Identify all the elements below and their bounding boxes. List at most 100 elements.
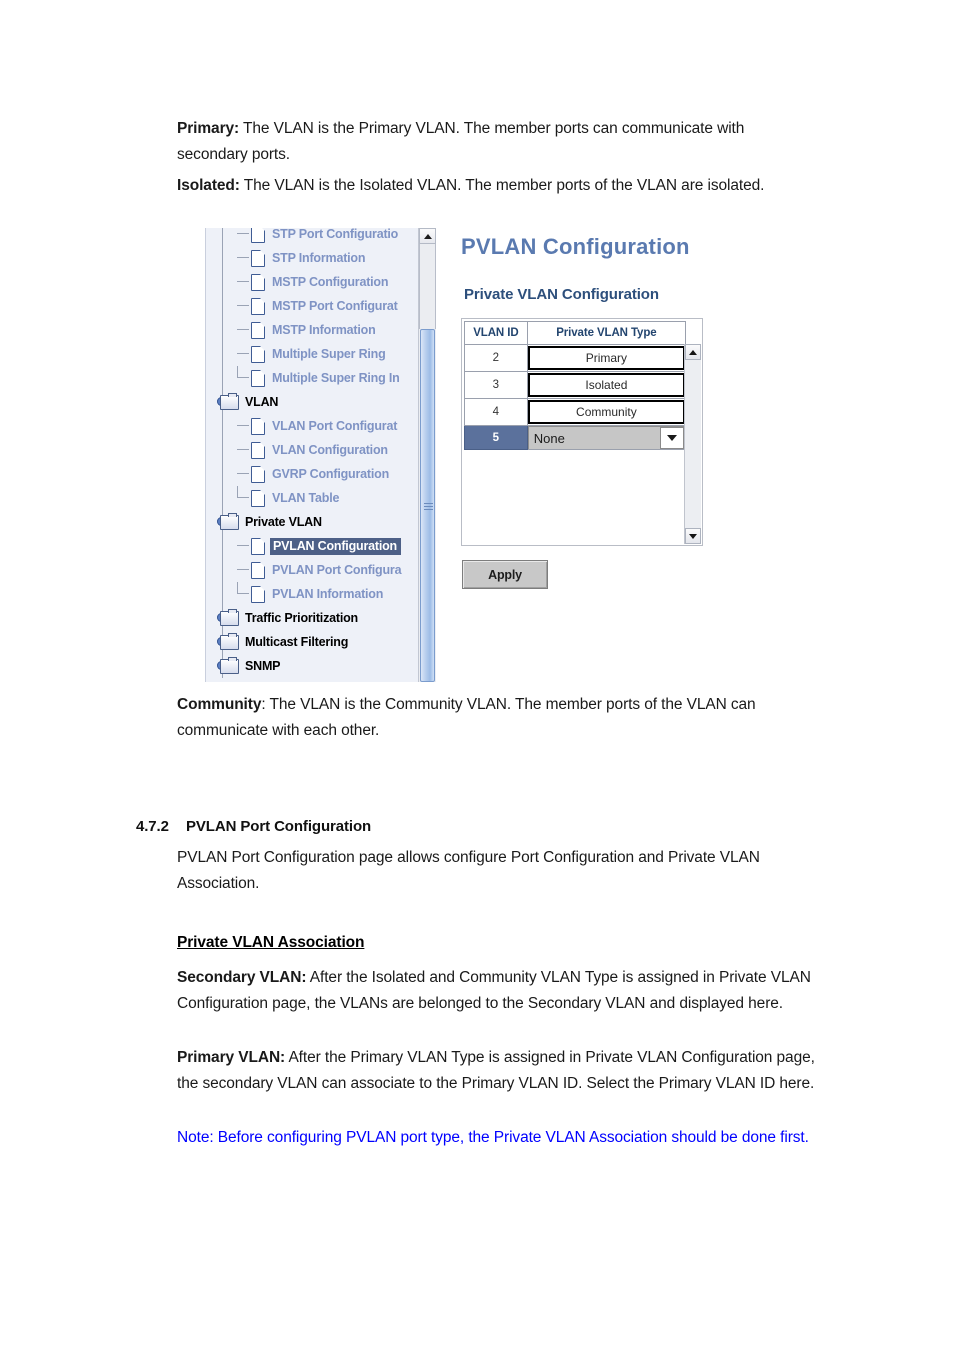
page-icon — [251, 537, 265, 555]
tree-rail — [222, 438, 223, 462]
apply-button[interactable]: Apply — [462, 560, 548, 589]
vlan-type-value[interactable]: Community — [527, 400, 685, 424]
tree-item-pvlan-configuration[interactable]: PVLAN Configuration — [206, 534, 436, 558]
cell-private-vlan-type[interactable]: Isolated — [526, 371, 687, 399]
page-icon — [251, 321, 265, 339]
page-icon — [251, 561, 265, 579]
tree-rail — [222, 582, 223, 606]
paragraph-community-label: Community — [177, 696, 262, 713]
chevron-down-icon[interactable] — [660, 427, 684, 449]
navigation-tree-panel[interactable]: STP Port Configuratio STP Information MSTP… — [205, 228, 436, 682]
tree-item-multicast-filtering[interactable]: Multicast Filtering — [206, 630, 436, 654]
table-row[interactable]: 4 Community — [464, 398, 687, 426]
paragraph-community-text: : The VLAN is the Community VLAN. The me… — [177, 696, 756, 739]
tree-elbow-connector — [237, 281, 249, 282]
tree-item-label: STP Information — [272, 251, 366, 265]
tree-elbow-connector — [237, 473, 249, 474]
tree-scrollbar[interactable] — [418, 228, 436, 682]
tree-rail — [222, 462, 223, 486]
tree-item-vlan-port-configurat[interactable]: VLAN Port Configurat — [206, 414, 436, 438]
tree-scroll-thumb[interactable] — [420, 329, 435, 682]
tree-elbow-connector — [237, 569, 249, 570]
paragraph-primary: Primary: The VLAN is the Primary VLAN. T… — [177, 116, 817, 168]
page-icon — [251, 489, 265, 507]
tree-item-multiple-super-ring-in[interactable]: Multiple Super Ring In — [206, 366, 436, 390]
pvlan-table-container: VLAN ID Private VLAN Type 2 Primary 3 Isola… — [461, 318, 703, 546]
tree-item-label: Multiple Super Ring In — [272, 371, 400, 385]
tree-item-stp-information[interactable]: STP Information — [206, 246, 436, 270]
paragraph-primary-text: The VLAN is the Primary VLAN. The member… — [177, 120, 745, 163]
tree-item-mstp-information[interactable]: MSTP Information — [206, 318, 436, 342]
tree-item-traffic-prioritization[interactable]: Traffic Prioritization — [206, 606, 436, 630]
tree-rail — [222, 342, 223, 366]
tree-item-mstp-port-configurat[interactable]: MSTP Port Configurat — [206, 294, 436, 318]
table-scrollbar[interactable] — [684, 344, 701, 544]
tree-rail — [222, 228, 223, 246]
tree-elbow-connector — [237, 353, 249, 354]
section-number: 4.7.2 — [136, 818, 169, 835]
paragraph-isolated: Isolated: The VLAN is the Isolated VLAN.… — [177, 173, 797, 199]
paragraph-note: Note: Before configuring PVLAN port type… — [177, 1129, 809, 1146]
tree-elbow-connector — [237, 486, 249, 498]
tree-elbow-connector — [237, 545, 249, 546]
tree-item-label: PVLAN Port Configura — [272, 563, 402, 577]
tree-item-label: MSTP Information — [272, 323, 376, 337]
cell-private-vlan-type[interactable]: Community — [526, 398, 687, 426]
embedded-screenshot: STP Port Configuratio STP Information MSTP… — [205, 228, 757, 686]
tree-item-label: SNMP — [245, 659, 281, 673]
section-title: PVLAN Port Configuration — [186, 818, 372, 835]
tree-item-label: VLAN Configuration — [272, 443, 388, 457]
page-icon — [251, 465, 265, 483]
paragraph-isolated-label: Isolated: — [177, 177, 240, 194]
tree-elbow-connector — [237, 257, 249, 258]
paragraph-primaryvlan-label: Primary VLAN: — [177, 1049, 286, 1066]
tree-item-mstp-configuration[interactable]: MSTP Configuration — [206, 270, 436, 294]
tree-scroll-up-arrow-icon[interactable] — [419, 228, 436, 244]
page-icon — [251, 369, 265, 387]
paragraph-isolated-text: The VLAN is the Isolated VLAN. The membe… — [239, 177, 765, 194]
tree-elbow-connector — [237, 425, 249, 426]
tree-item-vlan-table[interactable]: VLAN Table — [206, 486, 436, 510]
paragraph-secondary-label: Secondary VLAN: — [177, 969, 307, 986]
tree-item-multiple-super-ring[interactable]: Multiple Super Ring — [206, 342, 436, 366]
tree-item-label: VLAN Table — [272, 491, 340, 505]
folder-icon — [220, 512, 239, 530]
tree-item-pvlan-port-configura[interactable]: PVLAN Port Configura — [206, 558, 436, 582]
vlan-type-dropdown[interactable]: None — [527, 426, 685, 449]
vlan-type-value[interactable]: Isolated — [527, 373, 685, 397]
vlan-type-value[interactable]: Primary — [527, 346, 685, 370]
navigation-tree: STP Port Configuratio STP Information MSTP… — [206, 228, 436, 678]
table-row[interactable]: 5 None — [464, 425, 687, 450]
folder-icon — [220, 632, 239, 650]
table-scroll-down-arrow-icon[interactable] — [685, 528, 701, 544]
tree-scroll-track[interactable] — [419, 244, 436, 329]
page-icon — [251, 273, 265, 291]
paragraph-primary-label: Primary: — [177, 120, 240, 137]
tree-item-vlan-configuration[interactable]: VLAN Configuration — [206, 438, 436, 462]
table-header-row: VLAN ID Private VLAN Type — [464, 321, 687, 345]
document-page: Primary: The VLAN is the Primary VLAN. T… — [0, 0, 954, 1350]
cell-private-vlan-type[interactable]: None — [526, 425, 687, 450]
table-scroll-up-arrow-icon[interactable] — [685, 344, 701, 360]
tree-item-label: VLAN — [245, 395, 279, 409]
folder-icon — [220, 656, 239, 674]
tree-item-label: Multicast Filtering — [245, 635, 349, 649]
folder-icon — [220, 392, 239, 410]
tree-item-vlan[interactable]: VLAN — [206, 390, 436, 414]
tree-item-gvrp-configuration[interactable]: GVRP Configuration — [206, 462, 436, 486]
tree-item-snmp[interactable]: SNMP — [206, 654, 436, 678]
table-row[interactable]: 3 Isolated — [464, 371, 687, 399]
table-row[interactable]: 2 Primary — [464, 344, 687, 372]
tree-elbow-connector — [237, 449, 249, 450]
folder-icon — [220, 608, 239, 626]
tree-elbow-connector — [237, 233, 249, 234]
tree-item-pvlan-information[interactable]: PVLAN Information — [206, 582, 436, 606]
tree-elbow-connector — [237, 329, 249, 330]
page-icon — [251, 297, 265, 315]
tree-item-private-vlan[interactable]: Private VLAN — [206, 510, 436, 534]
column-header-private-vlan-type: Private VLAN Type — [526, 321, 687, 345]
tree-item-stp-port-configuratio[interactable]: STP Port Configuratio — [206, 228, 436, 246]
cell-vlan-id: 3 — [464, 371, 528, 399]
pvlan-table: VLAN ID Private VLAN Type 2 Primary 3 Isola… — [464, 321, 687, 450]
cell-private-vlan-type[interactable]: Primary — [526, 344, 687, 372]
